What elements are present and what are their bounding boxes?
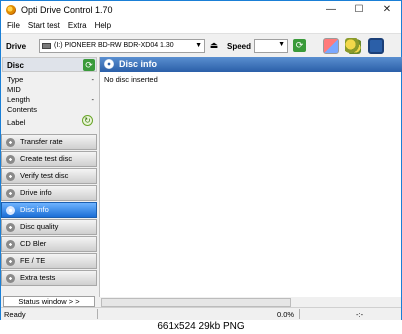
nav-drive-info[interactable]: Drive info [1, 185, 97, 201]
title-bar: Opti Drive Control 1.70 — ☐ ✕ [1, 1, 401, 19]
main-header: Disc info [100, 57, 402, 72]
property-length: Length - [1, 95, 97, 105]
refresh-icon[interactable]: ⟳ [293, 39, 306, 52]
nav-label: Extra tests [20, 273, 56, 282]
disc-icon [6, 274, 15, 283]
disc-panel-header: Disc ⟳ [2, 57, 97, 72]
disc-icon [6, 138, 15, 147]
property-value: - [91, 75, 95, 84]
nav-verify-test-disc[interactable]: Verify test disc [1, 168, 97, 184]
nav-disc-quality[interactable]: Disc quality [1, 219, 97, 235]
main-title: Disc info [119, 59, 158, 69]
function-nav: Transfer rate Create test disc Verify te… [1, 134, 97, 287]
property-label: Contents [7, 105, 38, 114]
drive-icon [42, 43, 51, 49]
nav-label: CD Bler [20, 239, 47, 248]
chevron-down-icon: ▼ [278, 41, 285, 48]
left-panel: Disc ⟳ Type - MID Length - Contents Labe… [1, 57, 97, 307]
close-button[interactable]: ✕ [373, 1, 401, 19]
image-caption: 661x524 29kb PNG [0, 320, 402, 334]
label-edit-icon[interactable]: ↻ [82, 115, 93, 126]
disc-icon [6, 172, 15, 181]
app-logo-icon [6, 5, 16, 15]
eject-button[interactable]: ⏏ [207, 39, 221, 53]
drive-select[interactable]: (I:) PIONEER BD-RW BDR-XD04 1.30 ▼ [39, 39, 205, 53]
disc-properties: Type - MID Length - Contents [1, 75, 97, 115]
refresh-icon[interactable]: ⟳ [83, 59, 95, 71]
status-bar: Ready 0.0% -:- [1, 307, 401, 320]
nav-transfer-rate[interactable]: Transfer rate [1, 134, 97, 150]
save-icon[interactable] [368, 38, 384, 54]
menu-start-test[interactable]: Start test [24, 19, 64, 30]
copy-disc-icon[interactable] [345, 38, 361, 54]
disc-icon [6, 240, 15, 249]
property-mid: MID [1, 85, 97, 95]
nav-fe-te[interactable]: FE / TE [1, 253, 97, 269]
disc-icon [6, 155, 15, 164]
property-contents: Contents [1, 105, 97, 115]
status-text: Ready [4, 310, 26, 319]
nav-label: FE / TE [20, 256, 46, 265]
nav-label: Create test disc [20, 154, 73, 163]
disc-icon [6, 223, 15, 232]
eraser-icon[interactable] [323, 38, 339, 54]
nav-disc-info[interactable]: Disc info [1, 202, 97, 218]
app-window: Opti Drive Control 1.70 — ☐ ✕ File Start … [0, 0, 402, 320]
nav-label: Drive info [20, 188, 52, 197]
label-field: Label [7, 118, 26, 127]
menu-bar: File Start test Extra Help [1, 19, 401, 33]
progress-row [99, 297, 401, 307]
nav-label: Transfer rate [20, 137, 63, 146]
nav-label: Verify test disc [20, 171, 69, 180]
status-separator [299, 309, 300, 319]
property-label: Length [7, 95, 30, 104]
toolbar: Drive (I:) PIONEER BD-RW BDR-XD04 1.30 ▼… [1, 33, 401, 57]
drive-select-value: (I:) PIONEER BD-RW BDR-XD04 1.30 [54, 42, 174, 49]
disc-panel-title: Disc [7, 61, 24, 70]
menu-help[interactable]: Help [91, 19, 115, 30]
disc-icon [6, 206, 15, 215]
chevron-down-icon: ▼ [195, 42, 202, 49]
disc-icon [6, 257, 15, 266]
disc-icon [6, 189, 15, 198]
nav-extra-tests[interactable]: Extra tests [1, 270, 97, 286]
nav-label: Disc quality [20, 222, 59, 231]
status-window-button[interactable]: Status window > > [3, 296, 95, 307]
drive-label: Drive [6, 42, 27, 51]
progress-bar [101, 298, 291, 307]
property-type: Type - [1, 75, 97, 85]
main-panel: Disc info No disc inserted [99, 57, 402, 307]
property-value: - [91, 95, 95, 104]
nav-label: Disc info [20, 205, 49, 214]
nav-cd-bler[interactable]: CD Bler [1, 236, 97, 252]
maximize-button[interactable]: ☐ [345, 1, 373, 19]
nav-create-test-disc[interactable]: Create test disc [1, 151, 97, 167]
disc-icon [104, 59, 114, 69]
elapsed-timer: -:- [356, 310, 364, 319]
property-label: MID [7, 85, 21, 94]
minimize-button[interactable]: — [317, 1, 345, 19]
speed-label: Speed [227, 42, 252, 51]
speed-select[interactable]: ▼ [254, 39, 288, 53]
menu-extra[interactable]: Extra [64, 19, 91, 30]
window-title: Opti Drive Control 1.70 [21, 5, 113, 15]
menu-file[interactable]: File [1, 19, 24, 30]
property-label: Type [7, 75, 24, 84]
status-separator [97, 309, 98, 319]
progress-percent: 0.0% [277, 310, 295, 319]
disc-info-message: No disc inserted [104, 75, 158, 84]
